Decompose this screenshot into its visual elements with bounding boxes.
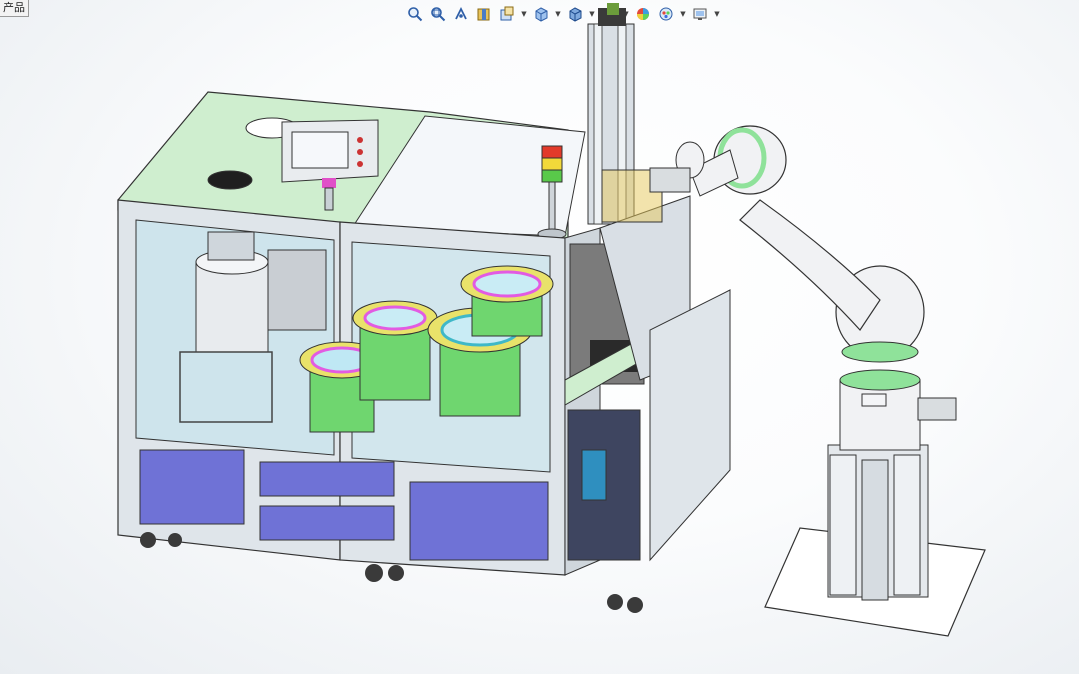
side-equipment-bay bbox=[564, 169, 731, 562]
top-round-opening bbox=[207, 170, 253, 190]
robot-pedestal bbox=[827, 444, 929, 601]
assembly-machine-cabinet bbox=[117, 3, 731, 613]
cad-graphics-area[interactable] bbox=[0, 0, 1079, 674]
